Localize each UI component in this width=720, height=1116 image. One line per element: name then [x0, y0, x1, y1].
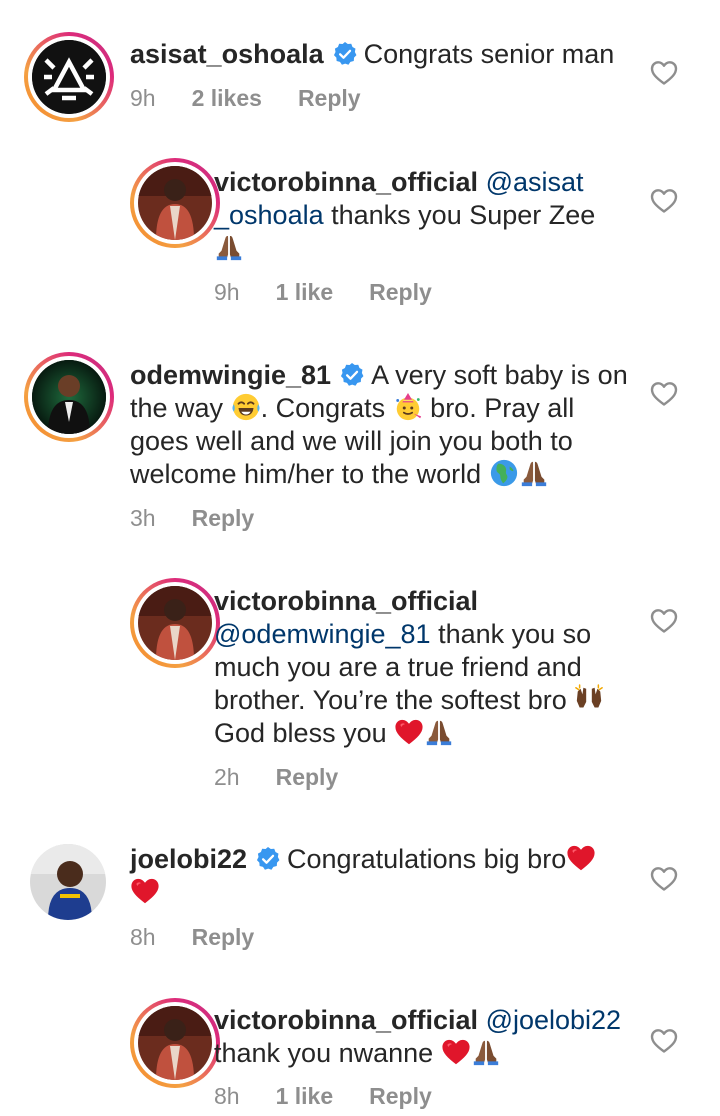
timestamp: 3h [130, 505, 156, 531]
comment-meta: 8h 1 like Reply [214, 1083, 468, 1110]
comment-meta: 9h 1 like Reply [214, 279, 468, 306]
avatar-image [32, 360, 106, 434]
avatar[interactable] [30, 844, 106, 920]
heart-outline-icon[interactable] [650, 381, 678, 407]
comment-body: thanks you Super Zee [331, 200, 596, 230]
red-heart-emoji [130, 876, 160, 906]
praying-hands-emoji [214, 232, 244, 262]
comment-item: odemwingie_81 A very soft baby is on the … [0, 338, 720, 558]
reply-button[interactable]: Reply [369, 279, 432, 305]
avatar[interactable] [130, 158, 220, 248]
reply-button[interactable]: Reply [298, 85, 361, 111]
comment-text: victorobinna_official @asisat _oshoala t… [214, 166, 634, 265]
timestamp: 9h [214, 279, 240, 305]
praying-hands-emoji [424, 717, 454, 747]
likes-count[interactable]: 2 likes [192, 85, 262, 111]
raised-hands-emoji [574, 684, 604, 714]
comment-body: Congratulations big bro [287, 844, 567, 874]
comment-text: victorobinna_official @joelobi22 thank yo… [214, 1004, 634, 1070]
timestamp: 2h [214, 764, 240, 790]
heart-outline-icon[interactable] [650, 1028, 678, 1054]
tears-of-joy-emoji [231, 392, 261, 422]
red-heart-emoji [394, 717, 424, 747]
avatar[interactable] [130, 998, 220, 1088]
comment-meta: 8h Reply [130, 924, 290, 951]
comment-body: thank you nwanne [214, 1038, 434, 1068]
mention-link[interactable]: @odemwingie_81 [214, 619, 431, 649]
avatar[interactable] [24, 32, 114, 122]
comment-meta: 9h 2 likes Reply [130, 85, 397, 112]
comment-body: God bless you [214, 718, 387, 748]
reply-button[interactable]: Reply [192, 924, 255, 950]
username[interactable]: joelobi22 [130, 844, 247, 874]
comment-body: . Congrats [260, 393, 386, 423]
heart-outline-icon[interactable] [650, 608, 678, 634]
avatar-image [138, 1006, 212, 1080]
comment-item: asisat_oshoala Congrats senior man 9h 2 li… [0, 0, 720, 150]
comment-text: victorobinna_official @odemwingie_81 than… [214, 585, 634, 750]
comment-reply-item: victorobinna_official @asisat _oshoala t… [0, 150, 720, 330]
globe-africa-emoji [489, 458, 519, 488]
verified-badge-icon [255, 846, 281, 872]
username[interactable]: victorobinna_official [214, 1005, 478, 1035]
red-heart-emoji [566, 843, 596, 873]
comment-text: odemwingie_81 A very soft baby is on the … [130, 359, 635, 491]
comment-item: joelobi22 Congratulations big bro 8h Reply [0, 830, 720, 980]
comment-meta: 2h Reply [214, 764, 374, 791]
username[interactable]: asisat_oshoala [130, 39, 324, 69]
comment-text: joelobi22 Congratulations big bro [130, 843, 630, 909]
comment-body: Congrats senior man [363, 39, 615, 69]
heart-outline-icon[interactable] [650, 188, 678, 214]
comment-reply-item: victorobinna_official @joelobi22 thank yo… [0, 990, 720, 1116]
timestamp: 8h [214, 1083, 240, 1109]
username[interactable]: victorobinna_official [214, 167, 478, 197]
mention-link[interactable]: @joelobi22 [486, 1005, 622, 1035]
red-heart-emoji [441, 1037, 471, 1067]
timestamp: 8h [130, 924, 156, 950]
praying-hands-emoji [519, 458, 549, 488]
reply-button[interactable]: Reply [192, 505, 255, 531]
avatar-image [30, 844, 106, 920]
avatar[interactable] [24, 352, 114, 442]
verified-badge-icon [332, 41, 358, 67]
avatar-image [32, 40, 106, 114]
avatar[interactable] [130, 578, 220, 668]
comment-text: asisat_oshoala Congrats senior man [130, 38, 630, 71]
reply-button[interactable]: Reply [276, 764, 339, 790]
username[interactable]: odemwingie_81 [130, 360, 331, 390]
comment-reply-item: victorobinna_official @odemwingie_81 than… [0, 570, 720, 810]
heart-outline-icon[interactable] [650, 60, 678, 86]
username[interactable]: victorobinna_official [214, 586, 478, 616]
avatar-image [138, 586, 212, 660]
likes-count[interactable]: 1 like [276, 279, 334, 305]
likes-count[interactable]: 1 like [276, 1083, 334, 1109]
reply-button[interactable]: Reply [369, 1083, 432, 1109]
praying-hands-emoji [471, 1037, 501, 1067]
heart-outline-icon[interactable] [650, 866, 678, 892]
avatar-image [138, 166, 212, 240]
verified-badge-icon [339, 362, 365, 388]
party-face-emoji [393, 392, 423, 422]
comment-meta: 3h Reply [130, 505, 290, 532]
timestamp: 9h [130, 85, 156, 111]
